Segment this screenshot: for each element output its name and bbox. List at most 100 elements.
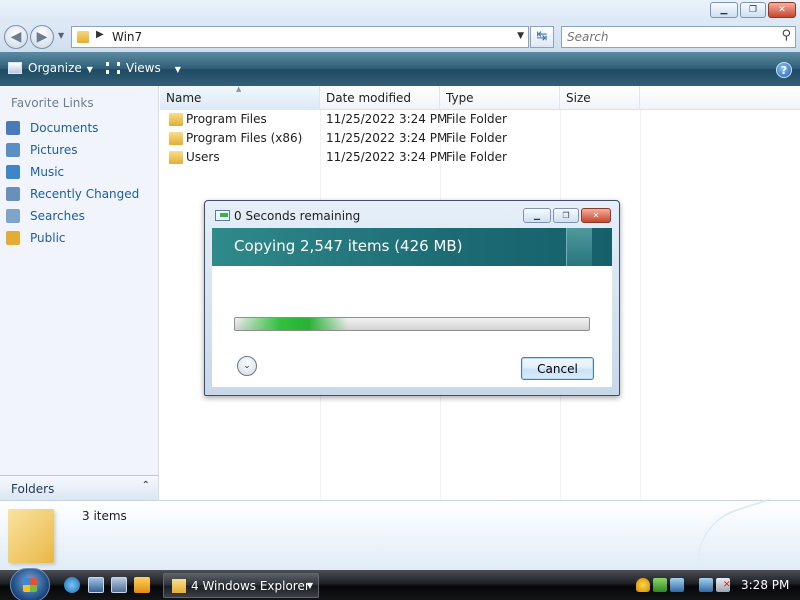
switch-windows-icon[interactable] xyxy=(111,577,127,593)
file-row[interactable]: Program Files 11/25/2022 3:24 PM File Fo… xyxy=(160,110,640,129)
nav-item-recently-changed[interactable]: Recently Changed xyxy=(6,184,156,204)
network-icon[interactable] xyxy=(670,578,684,592)
start-button[interactable] xyxy=(10,568,50,600)
progress-fill xyxy=(235,318,349,330)
help-icon[interactable]: ? xyxy=(776,62,792,78)
search-icon[interactable]: ⚲ xyxy=(781,28,791,43)
searches-icon xyxy=(6,209,20,223)
folder-icon xyxy=(169,132,183,145)
nav-item-label: Pictures xyxy=(30,143,78,157)
nav-item-pictures[interactable]: Pictures xyxy=(6,140,156,160)
taskbar: 4 Windows Explorer ▼ 3:28 PM xyxy=(0,568,800,600)
banner-decoration xyxy=(566,228,592,266)
file-date: 11/25/2022 3:24 PM xyxy=(326,112,448,126)
address-toolbar: ◀ ▶ ▼ ▶ Win7 ▼ ↹ ⚲ xyxy=(0,22,800,52)
documents-icon xyxy=(6,121,20,135)
taskbar-group-windows-explorer[interactable]: 4 Windows Explorer ▼ xyxy=(163,573,319,598)
views-button[interactable]: Views ▼ xyxy=(106,61,181,75)
dialog-close-button[interactable]: ✕ xyxy=(581,208,611,223)
chevron-up-icon[interactable]: ⌃ xyxy=(142,480,150,491)
file-row[interactable]: Program Files (x86) 11/25/2022 3:24 PM F… xyxy=(160,129,640,148)
refresh-button[interactable]: ↹ xyxy=(530,26,554,48)
file-row[interactable]: Users 11/25/2022 3:24 PM File Folder xyxy=(160,148,640,167)
item-count: 3 items xyxy=(82,509,127,523)
more-details-button[interactable]: ⌄ xyxy=(237,356,257,376)
clock[interactable]: 3:28 PM xyxy=(741,578,789,592)
chevron-right-icon[interactable]: ▶ xyxy=(96,29,104,40)
back-button[interactable]: ◀ xyxy=(4,25,28,49)
folder-icon xyxy=(172,579,186,593)
chevron-down-icon: ▼ xyxy=(86,65,93,74)
nav-item-label: Searches xyxy=(30,209,85,223)
file-name: Program Files xyxy=(186,112,267,126)
file-type: File Folder xyxy=(446,150,507,164)
dialog-restore-button[interactable]: ❐ xyxy=(553,208,579,223)
views-label: Views xyxy=(126,61,161,75)
column-header-label: Name xyxy=(166,91,202,105)
folder-icon xyxy=(169,151,183,164)
breadcrumb[interactable]: Win7 xyxy=(112,30,142,44)
maximize-button[interactable]: ❐ xyxy=(740,2,766,18)
sort-ascending-icon: ▲ xyxy=(236,85,242,93)
search-input[interactable] xyxy=(567,30,767,44)
file-date: 11/25/2022 3:24 PM xyxy=(326,131,448,145)
forward-button[interactable]: ▶ xyxy=(30,25,54,49)
address-bar[interactable]: ▶ Win7 ▼ xyxy=(71,26,529,48)
nav-item-music[interactable]: Music xyxy=(6,162,156,182)
organize-icon xyxy=(8,62,22,74)
music-icon xyxy=(6,165,20,179)
nav-item-documents[interactable]: Documents xyxy=(6,118,156,138)
nav-item-label: Public xyxy=(30,231,66,245)
minimize-button[interactable]: ▁ xyxy=(710,2,738,18)
copy-status-heading: Copying 2,547 items (426 MB) xyxy=(234,237,463,255)
nav-item-public[interactable]: Public xyxy=(6,228,156,248)
recent-pages-dropdown-icon[interactable]: ▼ xyxy=(58,31,64,40)
column-header-size[interactable]: Size xyxy=(560,86,640,110)
dialog-body: ⌄ Cancel xyxy=(212,266,612,387)
folder-icon xyxy=(169,113,183,126)
show-desktop-icon[interactable] xyxy=(88,577,104,593)
nav-item-label: Recently Changed xyxy=(30,187,140,201)
window-title-bar: ▁ ❐ ✕ xyxy=(0,0,800,22)
network-status-icon[interactable] xyxy=(699,578,713,592)
copy-progress-dialog: 0 Seconds remaining ▁ ❐ ✕ Copying 2,547 … xyxy=(204,200,620,396)
dialog-minimize-button[interactable]: ▁ xyxy=(523,208,551,223)
close-button[interactable]: ✕ xyxy=(768,2,796,18)
nav-item-label: Music xyxy=(30,165,65,179)
public-folder-icon xyxy=(6,231,20,245)
progress-bar xyxy=(234,317,590,331)
folder-icon xyxy=(8,509,54,563)
address-dropdown-icon[interactable]: ▼ xyxy=(517,31,524,41)
details-pane: 3 items xyxy=(0,498,800,579)
organize-button[interactable]: Organize ▼ xyxy=(8,61,93,75)
folder-icon xyxy=(77,31,89,43)
command-bar: Organize ▼ Views ▼ ? xyxy=(0,52,800,86)
copy-icon xyxy=(215,210,230,221)
nav-item-searches[interactable]: Searches xyxy=(6,206,156,226)
taskbar-item-label: 4 Windows Explorer xyxy=(191,579,310,593)
organize-label: Organize xyxy=(28,61,82,75)
column-header-type[interactable]: Type xyxy=(440,86,560,110)
volume-muted-icon[interactable] xyxy=(716,578,731,592)
column-header-date-modified[interactable]: Date modified xyxy=(320,86,440,110)
search-box[interactable]: ⚲ xyxy=(561,26,796,48)
folders-label: Folders xyxy=(11,482,55,496)
favorite-links-heading: Favorite Links xyxy=(11,96,94,110)
navigation-pane: Favorite Links Documents Pictures Music … xyxy=(0,86,159,500)
file-name: Program Files (x86) xyxy=(186,131,303,145)
dialog-title: 0 Seconds remaining xyxy=(234,209,361,223)
folders-toggle-bar[interactable]: Folders ⌃ xyxy=(0,475,159,500)
file-date: 11/25/2022 3:24 PM xyxy=(326,150,448,164)
media-player-icon[interactable] xyxy=(134,577,150,593)
dialog-banner: Copying 2,547 items (426 MB) xyxy=(212,228,612,266)
column-headers: Name ▲ Date modified Type Size xyxy=(160,85,800,110)
update-icon[interactable] xyxy=(653,578,667,592)
security-shield-icon[interactable] xyxy=(636,578,650,592)
cancel-button[interactable]: Cancel xyxy=(521,357,594,380)
file-type: File Folder xyxy=(446,131,507,145)
column-header-name[interactable]: Name ▲ xyxy=(160,85,320,110)
nav-item-label: Documents xyxy=(30,121,99,135)
internet-explorer-icon[interactable] xyxy=(64,577,80,593)
chevron-down-icon[interactable]: ▼ xyxy=(175,65,181,74)
file-name: Users xyxy=(186,150,220,164)
